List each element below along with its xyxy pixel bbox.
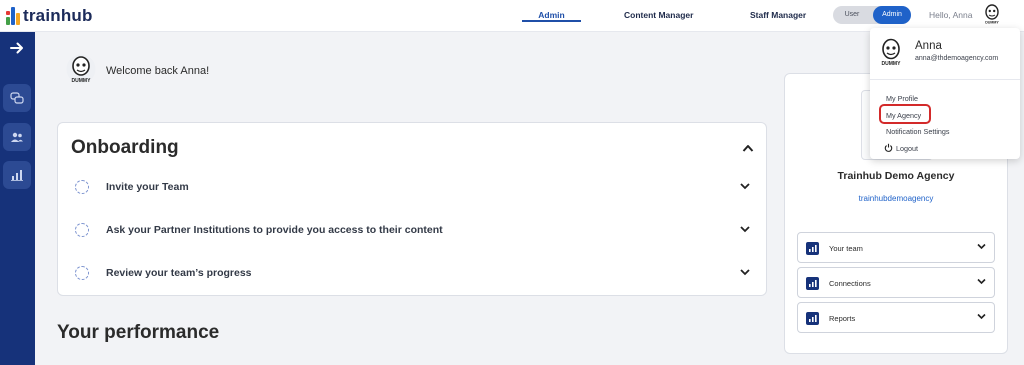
task-status-circle-icon xyxy=(75,266,89,280)
role-admin-option[interactable]: Admin xyxy=(873,6,911,24)
sidebar-item-reports[interactable] xyxy=(3,161,31,189)
user-avatar-icon[interactable]: DUMMY xyxy=(983,4,1001,26)
task-label: Ask your Partner Institutions to provide… xyxy=(106,224,443,236)
chart-icon xyxy=(11,170,23,181)
onboarding-task-invite-team[interactable]: Invite your Team xyxy=(72,178,762,198)
svg-text:DUMMY: DUMMY xyxy=(985,21,999,25)
user-menu-email: anna@thdemoagency.com xyxy=(915,55,999,62)
chevron-down-icon[interactable] xyxy=(977,278,986,285)
user-menu-header: DUMMY Anna anna@thdemoagency.com xyxy=(870,28,1020,80)
chat-icon xyxy=(10,92,24,104)
welcome-avatar-icon: DUMMY xyxy=(66,54,96,84)
active-tab-underline xyxy=(522,20,581,22)
agency-link[interactable]: trainhubdemoagency xyxy=(785,194,1007,203)
onboarding-task-partner-access[interactable]: Ask your Partner Institutions to provide… xyxy=(72,221,762,241)
chart-icon xyxy=(806,277,819,290)
performance-title: Your performance xyxy=(57,322,220,343)
menu-item-my-profile[interactable]: My Profile xyxy=(886,94,918,103)
nav-tab-content-manager[interactable]: Content Manager xyxy=(624,10,693,20)
svg-text:DUMMY: DUMMY xyxy=(882,61,902,67)
menu-item-notification-settings[interactable]: Notification Settings xyxy=(886,127,950,136)
chevron-down-icon[interactable] xyxy=(977,243,986,250)
users-icon xyxy=(11,132,23,142)
role-user-option[interactable]: User xyxy=(833,6,871,24)
sidebar-item-chat[interactable] xyxy=(3,84,31,112)
section-label: Reports xyxy=(829,314,856,323)
brand-name: trainhub xyxy=(23,6,93,25)
arrow-right-icon[interactable] xyxy=(9,40,25,56)
agency-section-reports[interactable]: Reports xyxy=(797,302,995,333)
task-status-circle-icon xyxy=(75,223,89,237)
my-agency-highlight-annotation xyxy=(879,104,931,124)
greeting-text: Hello, Anna xyxy=(929,10,973,20)
sidebar xyxy=(0,32,35,365)
chevron-down-icon[interactable] xyxy=(740,225,750,233)
agency-name: Trainhub Demo Agency xyxy=(837,170,955,182)
task-status-circle-icon xyxy=(75,180,89,194)
agency-section-your-team[interactable]: Your team xyxy=(797,232,995,263)
menu-item-logout[interactable]: Logout xyxy=(896,144,918,153)
user-avatar-icon: DUMMY xyxy=(882,38,902,67)
welcome-message: Welcome back Anna! xyxy=(106,65,210,77)
chart-icon xyxy=(806,242,819,255)
user-menu-name: Anna xyxy=(915,40,942,52)
chevron-up-icon[interactable] xyxy=(742,143,754,153)
nav-tab-staff-manager[interactable]: Staff Manager xyxy=(750,10,806,20)
task-label: Invite your Team xyxy=(106,181,189,193)
role-toggle[interactable]: User Admin xyxy=(833,6,911,24)
chevron-down-icon[interactable] xyxy=(740,182,750,190)
chevron-down-icon[interactable] xyxy=(740,268,750,276)
onboarding-card: Onboarding Invite your Team Ask your Par… xyxy=(57,122,767,296)
svg-text:DUMMY: DUMMY xyxy=(72,78,92,84)
onboarding-task-review-progress[interactable]: Review your team’s progress xyxy=(72,264,762,284)
onboarding-title: Onboarding xyxy=(71,137,179,158)
agency-section-connections[interactable]: Connections xyxy=(797,267,995,298)
trainhub-logo-mark-icon xyxy=(6,7,20,25)
section-label: Your team xyxy=(829,244,863,253)
power-icon xyxy=(884,143,893,152)
chevron-down-icon[interactable] xyxy=(977,313,986,320)
task-label: Review your team’s progress xyxy=(106,267,252,279)
sidebar-item-team[interactable] xyxy=(3,123,31,151)
user-menu-dropdown: DUMMY Anna anna@thdemoagency.com My Prof… xyxy=(870,28,1020,159)
chart-icon xyxy=(806,312,819,325)
trainhub-logo[interactable]: trainhub xyxy=(6,6,93,26)
section-label: Connections xyxy=(829,279,871,288)
nav-tab-admin[interactable]: Admin xyxy=(522,10,581,20)
